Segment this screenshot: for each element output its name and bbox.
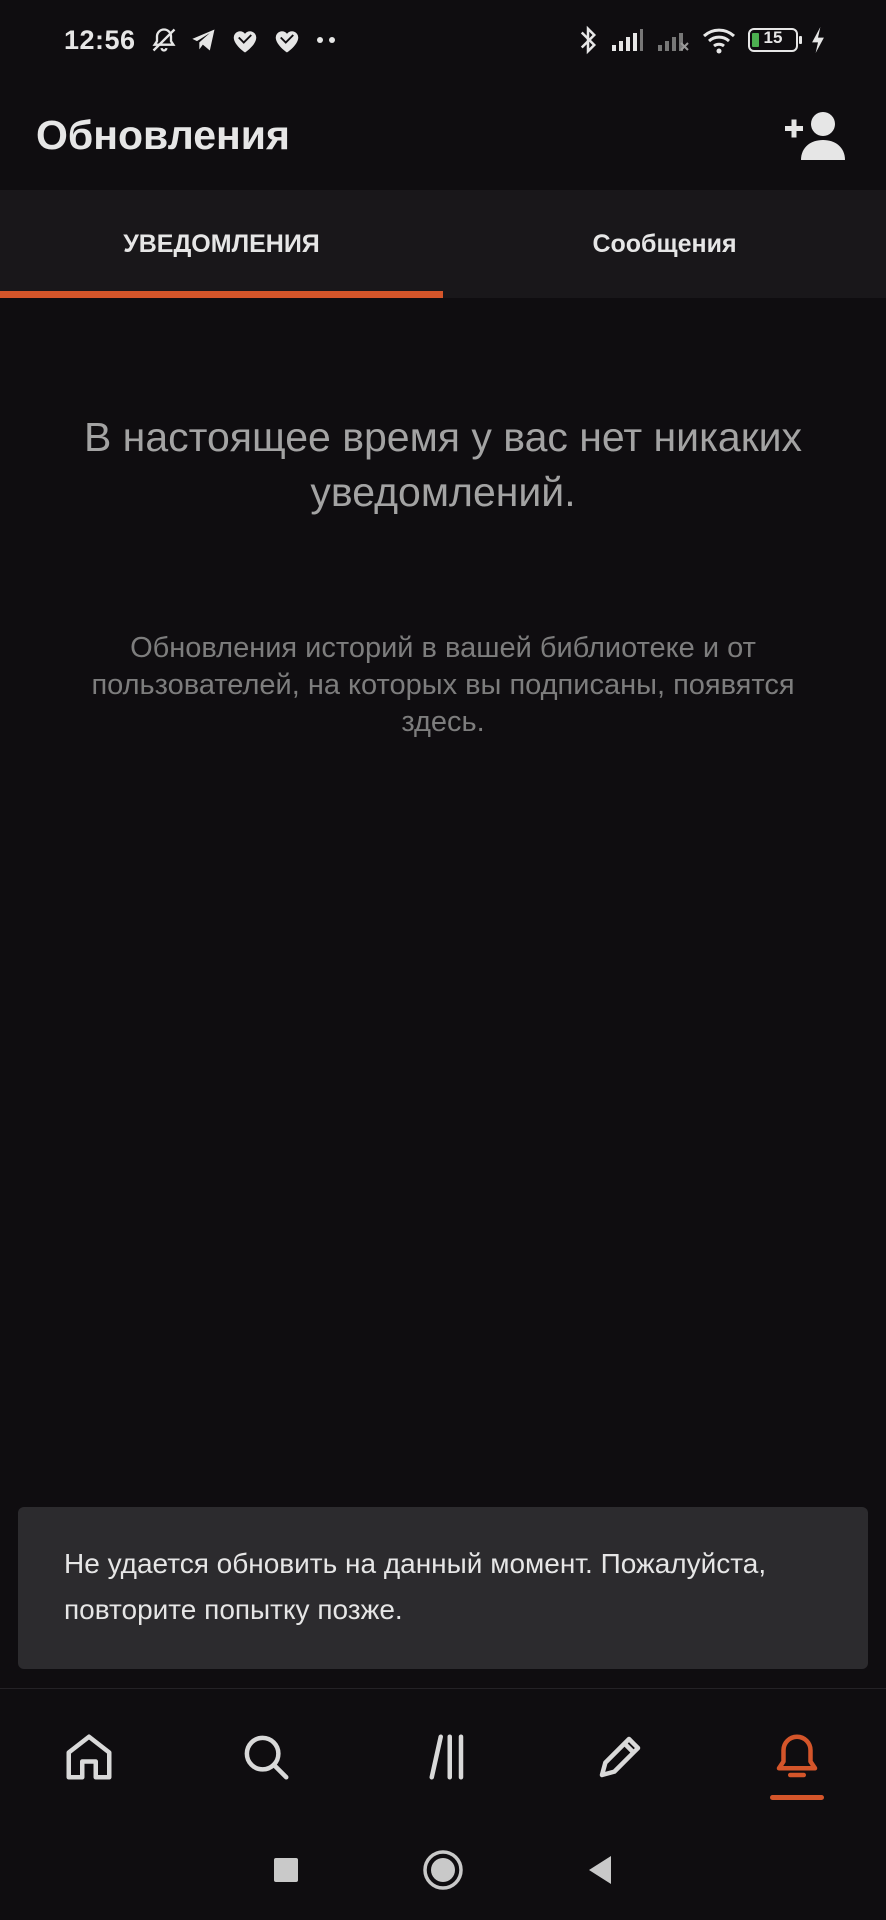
wifi-icon [702, 26, 736, 54]
status-time: 12:56 [64, 24, 136, 55]
status-left-icons [150, 26, 338, 54]
nav-search[interactable] [177, 1689, 354, 1824]
nav-home[interactable] [0, 1689, 177, 1824]
search-icon [244, 1735, 289, 1779]
empty-state-description: Обновления историй в вашей библиотеке и … [91, 632, 795, 738]
home-icon [66, 1734, 112, 1779]
notifications-icon [777, 1734, 818, 1777]
page-title: Обновления [36, 111, 290, 158]
heart-icon [272, 26, 302, 54]
charging-icon [810, 27, 826, 53]
tab-active-indicator [0, 291, 443, 298]
battery-level: 15 [763, 28, 783, 47]
nav-write[interactable] [532, 1689, 709, 1824]
screen: 12:56 15 Обновления УВЕДОМЛЕНИЯ Сообщени… [0, 0, 886, 1920]
library-icon [429, 1734, 464, 1779]
signal-no-service-icon [656, 27, 690, 53]
write-icon [599, 1736, 641, 1777]
tab-messages[interactable]: Сообщения [443, 190, 886, 298]
telegram-icon [190, 26, 218, 54]
back-button[interactable] [585, 1853, 615, 1892]
nav-active-indicator [770, 1795, 825, 1800]
tab-label: УВЕДОМЛЕНИЯ [123, 229, 320, 258]
status-bar: 12:56 15 [0, 0, 886, 80]
bluetooth-icon [578, 25, 598, 55]
app-header: Обновления [0, 80, 886, 190]
bottom-navigation [0, 1688, 886, 1824]
tab-bar: УВЕДОМЛЕНИЯ Сообщения [0, 190, 886, 298]
system-navigation-bar [0, 1824, 886, 1920]
signal-icon [610, 27, 644, 53]
back-triangle-icon [589, 1855, 611, 1884]
tab-label: Сообщения [592, 229, 737, 258]
more-dots-icon [314, 35, 338, 45]
heart-icon [230, 26, 260, 54]
battery-icon: 15 [748, 28, 802, 52]
tab-notifications[interactable]: УВЕДОМЛЕНИЯ [0, 190, 443, 298]
home-circle-icon [423, 1849, 463, 1890]
nav-notifications[interactable] [709, 1689, 886, 1824]
bell-off-icon [150, 26, 178, 54]
error-snackbar: Не удается обновить на данный момент. По… [18, 1507, 868, 1669]
status-right-icons: 15 [578, 25, 826, 55]
recents-button[interactable] [271, 1855, 301, 1890]
empty-state-title: В настоящее время у вас нет никаких увед… [83, 414, 803, 515]
add-user-icon [785, 112, 845, 160]
home-button[interactable] [421, 1848, 465, 1897]
recents-icon [274, 1857, 298, 1882]
add-user-button[interactable] [780, 105, 850, 165]
nav-library[interactable] [354, 1689, 531, 1824]
